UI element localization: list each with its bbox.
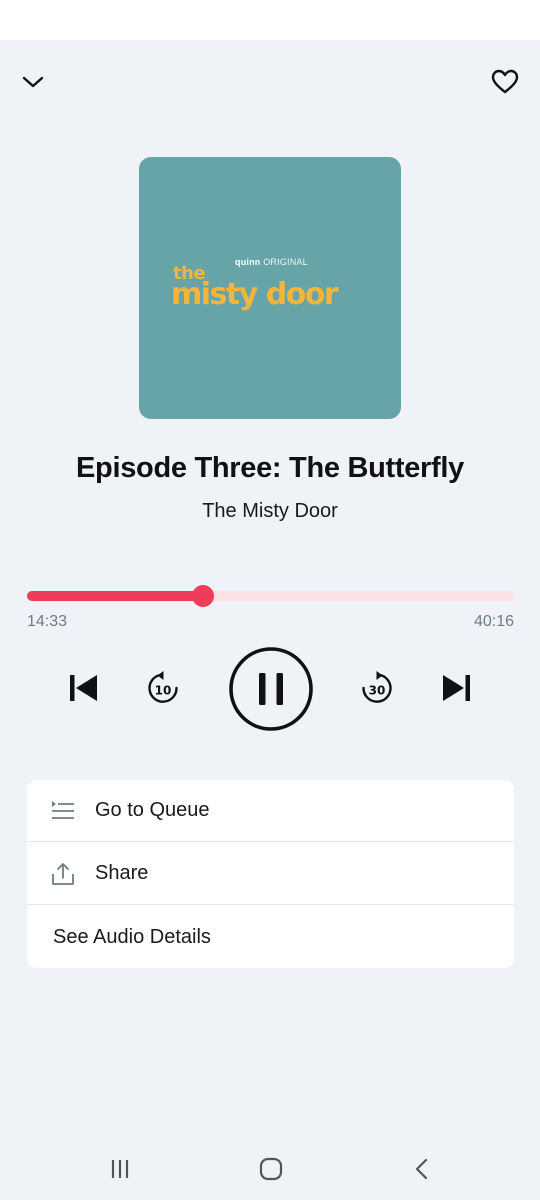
skip-next-icon — [443, 675, 470, 701]
artwork-brand-name: quinn — [235, 257, 261, 267]
skip-previous-button[interactable] — [62, 666, 106, 710]
back-icon — [415, 1158, 428, 1180]
share-icon — [52, 863, 74, 885]
recents-button[interactable] — [104, 1153, 136, 1185]
progress-handle[interactable] — [192, 585, 215, 607]
rewind-seconds-label: 10 — [155, 684, 172, 698]
see-audio-details-label: See Audio Details — [53, 925, 211, 948]
artwork-title-large: misty door — [171, 277, 339, 312]
share-label: Share — [95, 862, 149, 884]
forward-30-button[interactable]: 30 — [355, 666, 399, 710]
forward-seconds-label: 30 — [369, 684, 386, 698]
home-button[interactable] — [255, 1153, 287, 1185]
pause-icon — [229, 647, 313, 731]
artwork-brand-suffix: ORIGINAL — [263, 257, 308, 267]
podcast-artwork: quinn ORIGINAL the misty door — [139, 157, 401, 419]
rewind-10-button[interactable]: 10 — [141, 666, 185, 710]
back-button[interactable] — [406, 1153, 438, 1185]
system-nav-bar — [0, 1138, 540, 1200]
show-name[interactable]: The Misty Door — [0, 500, 540, 523]
share-item[interactable]: Share — [27, 843, 514, 905]
skip-previous-icon — [70, 675, 97, 701]
recents-icon — [111, 1160, 129, 1178]
heart-icon — [491, 69, 519, 94]
queue-list-icon — [52, 801, 74, 819]
total-time: 40:16 — [473, 613, 514, 630]
skip-next-button[interactable] — [434, 666, 478, 710]
status-bar — [0, 0, 540, 40]
progress-fill — [27, 591, 204, 601]
chevron-down-icon — [22, 76, 44, 88]
home-icon — [259, 1157, 283, 1181]
rewind-10-icon: 10 — [148, 671, 178, 703]
options-menu: Go to Queue Share See Audio Details — [27, 780, 514, 968]
go-to-queue-item[interactable]: Go to Queue — [27, 780, 514, 842]
collapse-button[interactable] — [15, 64, 51, 100]
elapsed-time: 14:33 — [27, 613, 68, 630]
favorite-button[interactable] — [487, 64, 523, 100]
go-to-queue-label: Go to Queue — [95, 799, 210, 821]
see-audio-details-item[interactable]: See Audio Details — [27, 906, 514, 968]
forward-30-icon: 30 — [362, 671, 392, 703]
episode-title: Episode Three: The Butterfly — [76, 452, 464, 484]
artwork-brand: quinn ORIGINAL — [235, 257, 308, 267]
progress-bar[interactable] — [27, 585, 514, 607]
pause-button[interactable] — [228, 646, 314, 732]
